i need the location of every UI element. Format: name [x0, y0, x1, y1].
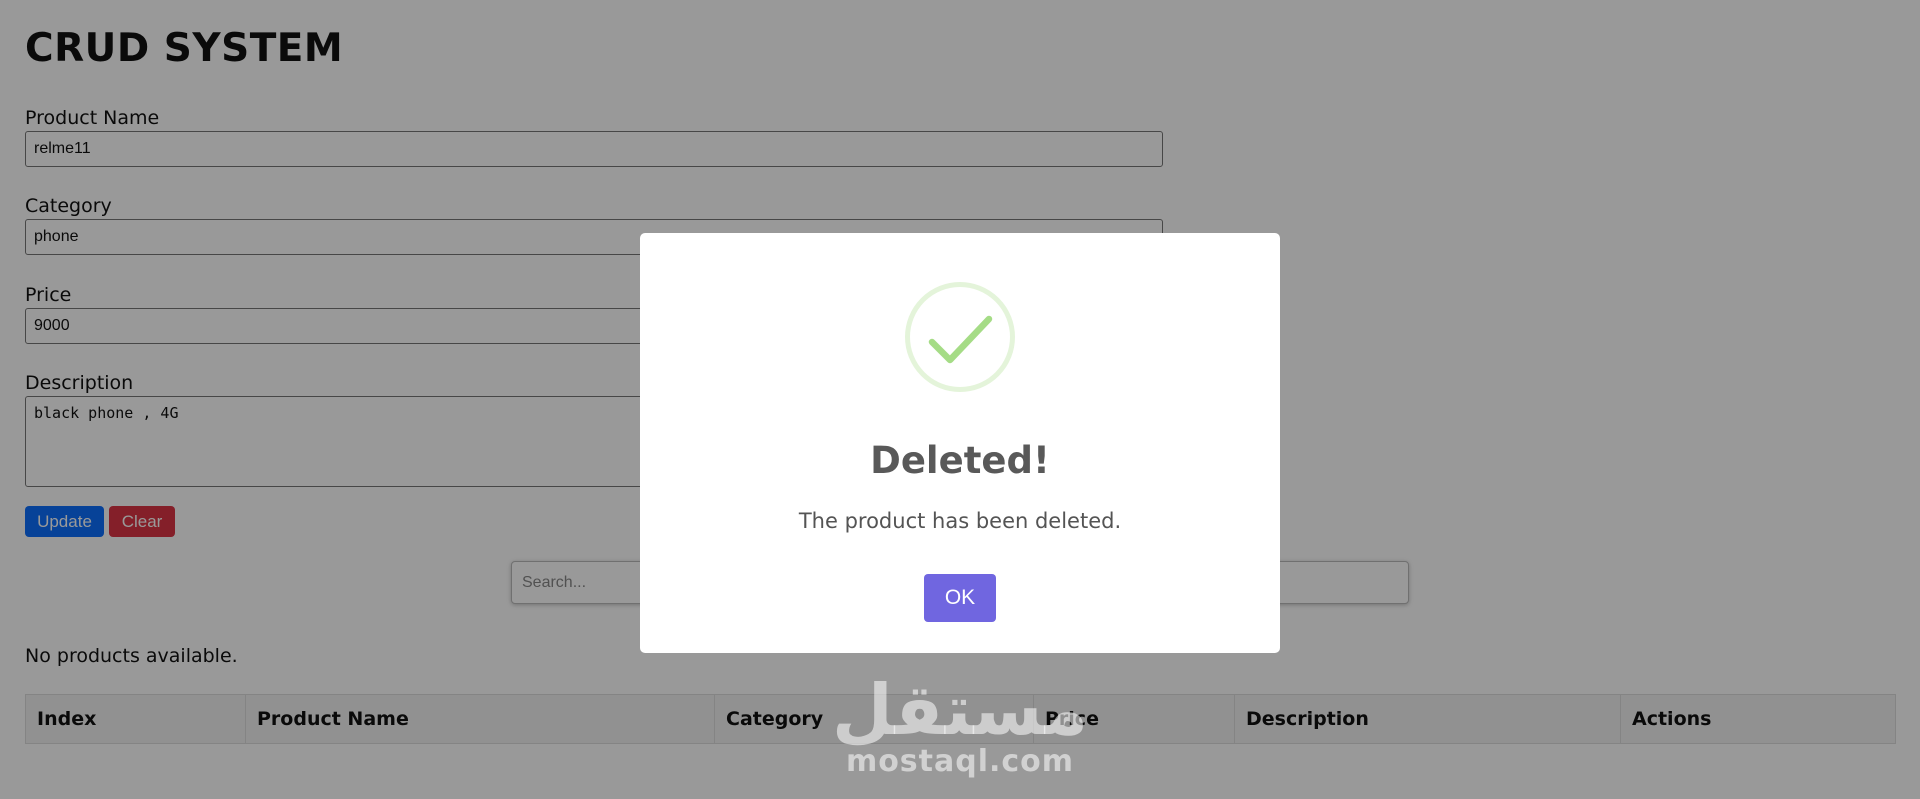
watermark-latin-text: mostaql.com: [845, 744, 1075, 779]
success-dialog: Deleted! The product has been deleted. O…: [640, 233, 1280, 653]
dialog-message: The product has been deleted.: [798, 509, 1122, 533]
ok-button[interactable]: OK: [924, 574, 996, 622]
dialog-title: Deleted!: [870, 439, 1050, 482]
check-icon: [905, 282, 1015, 392]
watermark-logo: مستقل mostaql.com: [800, 670, 1120, 779]
watermark-arabic-text: مستقل: [831, 669, 1088, 751]
